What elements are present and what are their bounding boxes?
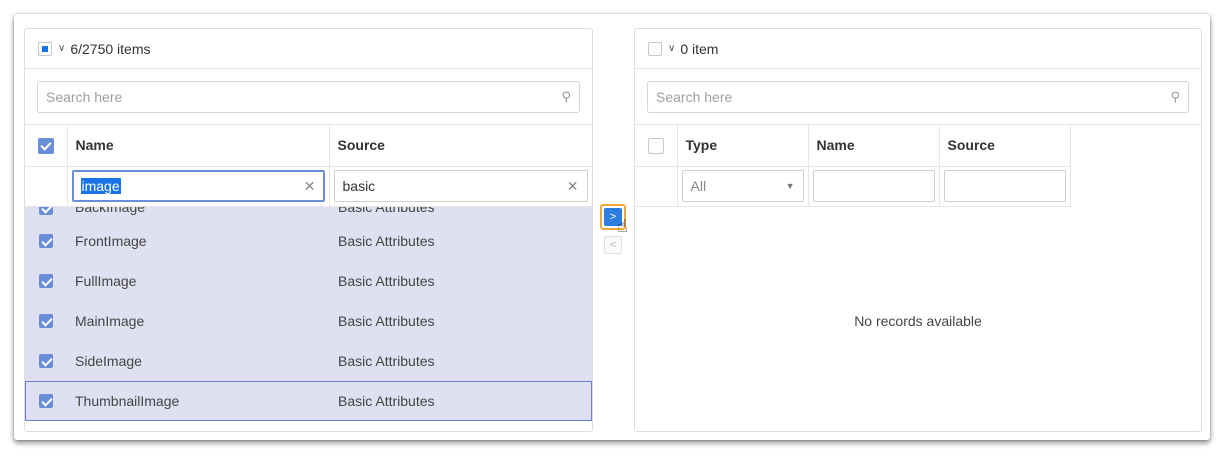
- row-source: Basic Attributes: [338, 392, 435, 409]
- column-header-source[interactable]: Source: [329, 125, 592, 167]
- header-checkbox-cell: [25, 125, 68, 167]
- source-filter-input[interactable]: basic ✕: [333, 170, 588, 202]
- column-header-source[interactable]: Source: [939, 125, 1071, 167]
- target-list-header: ∨ 0 item: [635, 29, 1201, 69]
- type-filter-value: All: [690, 178, 707, 194]
- name-filter-cell: image ✕: [67, 166, 330, 207]
- row-source: Basic Attributes: [338, 206, 435, 215]
- row-source: Basic Attributes: [338, 272, 435, 289]
- search-icon: ⚲: [1170, 89, 1180, 104]
- column-header-type[interactable]: Type: [677, 125, 809, 167]
- target-list-panel: ∨ 0 item ⚲ Type Name Source: [634, 28, 1202, 432]
- close-icon[interactable]: ✕: [567, 178, 579, 195]
- target-search-box[interactable]: ⚲: [647, 81, 1189, 113]
- target-table: Type Name Source All ▼: [635, 125, 1071, 207]
- move-left-button[interactable]: <: [604, 236, 622, 254]
- column-header-name[interactable]: Name: [808, 125, 940, 167]
- row-checkbox[interactable]: [39, 233, 53, 248]
- row-name: SideImage: [75, 352, 142, 369]
- row-name: BackImage: [75, 206, 146, 215]
- type-filter-select[interactable]: All ▼: [681, 170, 804, 202]
- column-header-name[interactable]: Name: [67, 125, 330, 167]
- source-search-input[interactable]: [46, 89, 519, 105]
- source-search-box[interactable]: ⚲: [37, 81, 580, 113]
- source-filter-cell: basic ✕: [329, 166, 592, 207]
- filter-row: image ✕ basic ✕: [25, 166, 592, 207]
- row-checkbox[interactable]: [39, 206, 53, 215]
- name-filter-cell: [808, 166, 940, 207]
- filter-empty-cell: [635, 166, 678, 207]
- table-row[interactable]: ThumbnailImage Basic Attributes: [25, 380, 592, 421]
- caret-down-icon: ▼: [785, 181, 795, 191]
- table-row[interactable]: FullImage Basic Attributes: [25, 260, 592, 301]
- row-source: Basic Attributes: [338, 352, 435, 369]
- row-name: FullImage: [75, 272, 137, 289]
- select-all-checkbox[interactable]: [38, 41, 52, 56]
- name-filter-input[interactable]: [812, 170, 935, 202]
- chevron-down-icon[interactable]: ∨: [668, 43, 675, 54]
- header-select-checkbox[interactable]: [37, 137, 54, 154]
- table-row[interactable]: FrontImage Basic Attributes: [25, 220, 592, 261]
- filter-empty-cell: [25, 166, 68, 207]
- source-search-wrap: ⚲: [25, 69, 592, 125]
- row-name: ThumbnailImage: [75, 392, 180, 409]
- close-icon[interactable]: ✕: [304, 178, 316, 195]
- item-count: 6/2750 items: [70, 40, 151, 57]
- header-select-checkbox[interactable]: [647, 137, 664, 154]
- target-search-wrap: ⚲: [635, 69, 1201, 125]
- chevron-down-icon[interactable]: ∨: [58, 43, 65, 54]
- select-all-checkbox[interactable]: [648, 41, 662, 56]
- header-checkbox-cell: [635, 125, 678, 167]
- row-name: FrontImage: [75, 232, 147, 249]
- row-checkbox[interactable]: [39, 353, 53, 368]
- table-row[interactable]: MainImage Basic Attributes: [25, 300, 592, 341]
- target-search-input[interactable]: [656, 89, 1128, 105]
- source-rows: BackImage Basic Attributes FrontImage Ba…: [25, 206, 592, 432]
- row-checkbox[interactable]: [39, 393, 53, 408]
- transfer-list-container: ∨ 6/2750 items ⚲ Name Source: [14, 14, 1210, 440]
- name-filter-input[interactable]: image ✕: [71, 170, 325, 202]
- hand-pointer-icon: ☝: [617, 216, 628, 236]
- source-list-panel: ∨ 6/2750 items ⚲ Name Source: [24, 28, 593, 432]
- source-filter-value: basic: [342, 178, 376, 194]
- source-filter-cell: [939, 166, 1071, 207]
- table-row[interactable]: BackImage Basic Attributes: [25, 206, 592, 221]
- row-source: Basic Attributes: [338, 232, 435, 249]
- item-count: 0 item: [680, 40, 719, 57]
- row-source: Basic Attributes: [338, 312, 435, 329]
- name-filter-value: image: [80, 178, 121, 194]
- row-checkbox[interactable]: [39, 273, 53, 288]
- empty-state-text: No records available: [854, 313, 982, 329]
- source-filter-input[interactable]: [943, 170, 1066, 202]
- type-filter-cell: All ▼: [677, 166, 809, 207]
- source-list-header: ∨ 6/2750 items: [25, 29, 592, 69]
- source-table: Name Source image ✕ basic ✕: [25, 125, 592, 207]
- row-name: MainImage: [75, 312, 145, 329]
- filter-row: All ▼: [635, 166, 1071, 207]
- search-icon: ⚲: [561, 89, 571, 104]
- row-checkbox[interactable]: [39, 313, 53, 328]
- table-row[interactable]: SideImage Basic Attributes: [25, 340, 592, 381]
